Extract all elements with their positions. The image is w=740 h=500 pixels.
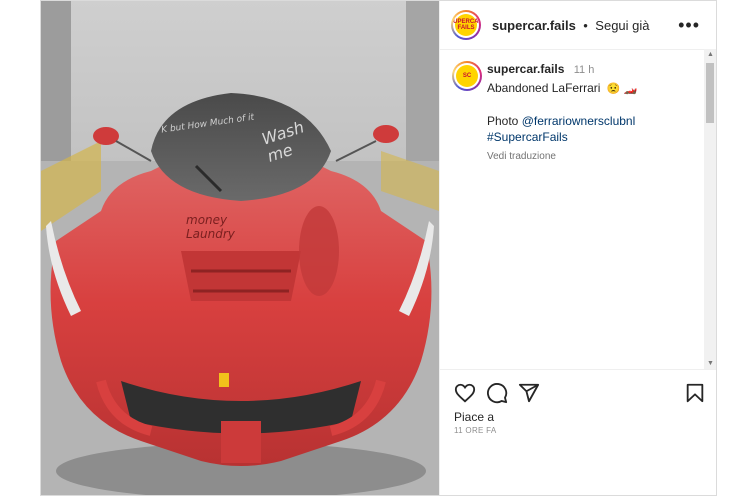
photo-credit-link[interactable]: @ferrariownersclubnl [522, 114, 636, 128]
caption-emojis: 😟 🏎️ [606, 83, 638, 95]
more-horizontal-icon[interactable]: ••• [678, 15, 700, 36]
send-icon[interactable] [518, 382, 540, 404]
post-timestamp[interactable]: 11 ORE FA [454, 426, 497, 435]
comment-icon[interactable] [486, 382, 508, 404]
scribble-money-laundry: money Laundry [186, 213, 235, 241]
instagram-post: money Laundry Wash me K but How Much of … [40, 0, 717, 496]
scroll-down-icon[interactable]: ▼ [707, 360, 714, 367]
scrollbar-thumb[interactable] [706, 63, 714, 123]
see-translation-link[interactable]: Vedi traduzione [487, 151, 697, 162]
caption-avatar[interactable]: SC [452, 61, 482, 91]
hashtag-link[interactable]: #SupercarFails [487, 130, 568, 144]
heart-icon[interactable] [454, 382, 476, 404]
post-sidebar: SUPERCAR FAILS supercar.fails • Segui gi… [439, 1, 716, 495]
caption-text: Abandoned LaFerrari [487, 81, 601, 95]
likes-text[interactable]: Piace a [454, 410, 494, 424]
caption-time[interactable]: 11 h [574, 64, 595, 76]
post-photo[interactable]: money Laundry Wash me K but How Much of … [41, 1, 439, 495]
supercar-fails-logo: SUPERCAR FAILS [453, 14, 479, 36]
header-separator: • [583, 18, 588, 33]
bookmark-icon[interactable] [684, 382, 706, 404]
post-caption: supercar.fails 11 h Abandoned LaFerrari … [487, 61, 697, 162]
following-button[interactable]: Segui già [595, 18, 649, 33]
photo-label: Photo [487, 114, 519, 128]
author-username[interactable]: supercar.fails [492, 18, 576, 33]
author-avatar[interactable]: SUPERCAR FAILS [451, 10, 481, 40]
scroll-up-icon[interactable]: ▲ [707, 51, 714, 58]
post-actions: Piace a 11 ORE FA [440, 369, 716, 496]
comments-scrollbar[interactable]: ▲ ▼ [704, 49, 716, 369]
supercar-fails-logo: SC [456, 65, 478, 87]
post-header: SUPERCAR FAILS supercar.fails • Segui gi… [440, 1, 716, 50]
caption-username[interactable]: supercar.fails [487, 62, 564, 76]
laferrari-photo [41, 1, 439, 495]
